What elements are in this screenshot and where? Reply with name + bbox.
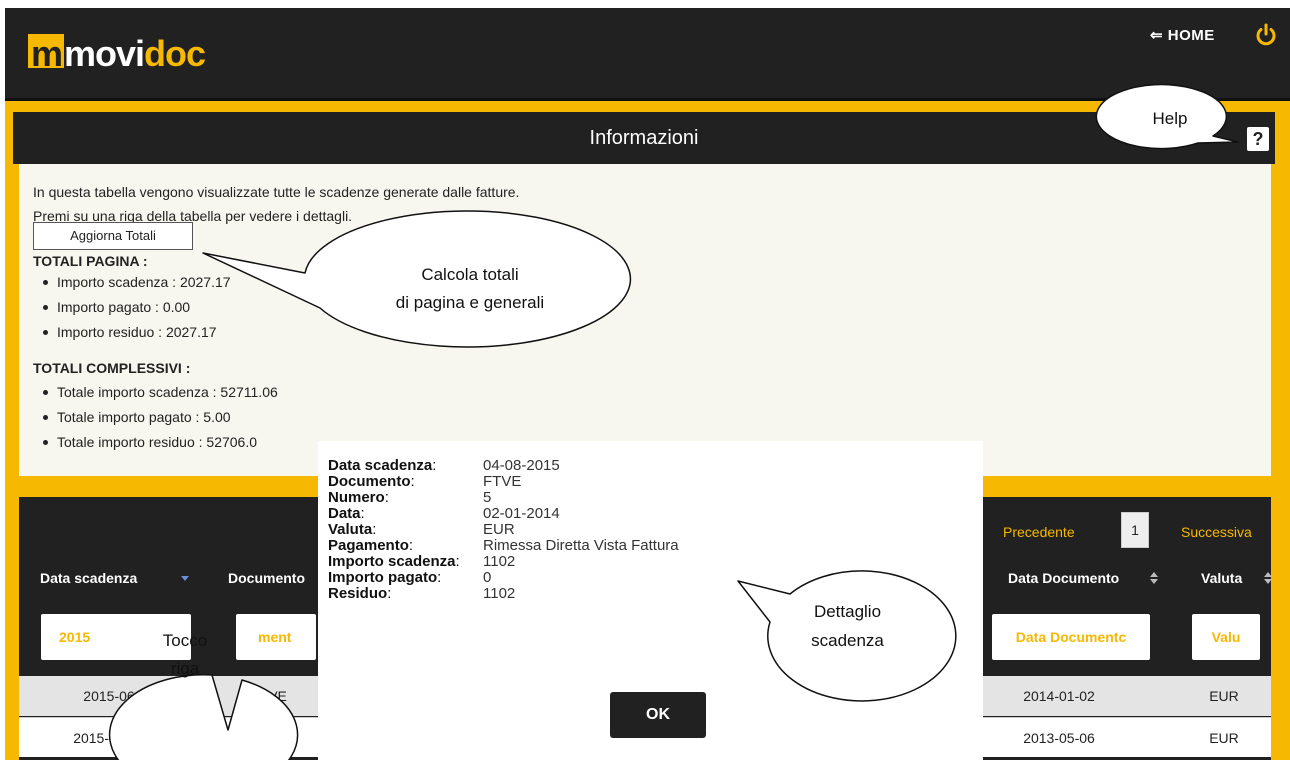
- list-item: Totale importo pagato : 5.00: [43, 405, 278, 430]
- detail-label: Data:: [328, 505, 365, 522]
- detail-value: 04-08-2015: [483, 457, 560, 474]
- home-link[interactable]: ⇐ HOME: [1150, 26, 1215, 44]
- sort-both-icon[interactable]: [1150, 571, 1158, 585]
- detail-value: 1102: [483, 553, 516, 570]
- pager-page-number[interactable]: 1: [1121, 512, 1149, 548]
- list-item: Totale importo residuo : 52706.0: [43, 430, 278, 455]
- detail-value: 5: [483, 489, 492, 506]
- detail-label: Valuta:: [328, 521, 377, 538]
- totals-callout-text-1: Calcola totali: [421, 265, 519, 284]
- list-item: Importo scadenza : 2027.17: [43, 270, 231, 295]
- detail-label: Importo pagato:: [328, 569, 442, 586]
- list-item: Importo residuo : 2027.17: [43, 320, 231, 345]
- help-icon[interactable]: ?: [1247, 127, 1269, 151]
- cell-data-documento: 2014-01-02: [1023, 688, 1095, 704]
- info-text-1: In questa tabella vengono visualizzate t…: [33, 184, 520, 200]
- column-header-data-scadenza[interactable]: Data scadenza: [40, 570, 137, 586]
- logo-m: m: [28, 34, 65, 74]
- top-bar: mmovidoc ⇐ HOME: [5, 8, 1290, 101]
- tap-callout-text-1: Tocco: [162, 631, 208, 650]
- column-header-documento[interactable]: Documento: [228, 570, 305, 586]
- info-title: Informazioni: [589, 127, 699, 149]
- pager-previous-link[interactable]: Precedente: [1003, 524, 1075, 540]
- detail-callout-text-2: scadenza: [811, 631, 884, 650]
- app-logo: mmovidoc: [28, 33, 206, 74]
- sort-both-icon[interactable]: [1264, 571, 1272, 585]
- cell-valuta: EUR: [1209, 688, 1239, 704]
- cell-data-scadenza: 2015-05-06: [73, 730, 145, 746]
- detail-label: Numero:: [328, 489, 389, 506]
- detail-callout-text-1: Dettaglio: [813, 602, 882, 621]
- help-callout-text: Help: [1152, 109, 1188, 128]
- totals-callout-text-2: di pagina e generali: [395, 293, 545, 312]
- logo-doc: doc: [144, 33, 206, 74]
- detail-value: EUR: [483, 521, 515, 538]
- detail-value: Rimessa Diretta Vista Fattura: [483, 537, 679, 554]
- cell-valuta: EUR: [1209, 730, 1239, 746]
- detail-value: 02-01-2014: [483, 505, 560, 522]
- tap-callout-text-2: riga: [170, 659, 200, 678]
- column-header-data-documento[interactable]: Data Documento: [1008, 570, 1119, 586]
- detail-value: 0: [483, 569, 492, 586]
- detail-label: Pagamento:: [328, 537, 414, 554]
- ok-button[interactable]: OK: [610, 692, 706, 738]
- power-icon[interactable]: [1254, 23, 1278, 47]
- detail-value: FTVE: [483, 473, 522, 490]
- detail-label: Data scadenza:: [328, 457, 437, 474]
- filter-data-documento[interactable]: Data Documentc: [992, 614, 1150, 660]
- overall-totals-title: TOTALI COMPLESSIVI :: [33, 360, 191, 376]
- list-item: Importo pagato : 0.00: [43, 295, 231, 320]
- filter-valuta[interactable]: Valu: [1192, 614, 1260, 660]
- pager-next-link[interactable]: Successiva: [1181, 524, 1252, 540]
- detail-label: Documento:: [328, 473, 415, 490]
- overall-totals-list: Totale importo scadenza : 52711.06 Total…: [43, 380, 278, 455]
- page-totals-list: Importo scadenza : 2027.17 Importo pagat…: [43, 270, 231, 345]
- info-panel: In questa tabella vengono visualizzate t…: [19, 164, 1271, 476]
- page-totals-title: TOTALI PAGINA :: [33, 253, 148, 269]
- cell-data-scadenza: 2015-06: [83, 688, 135, 704]
- logo-movi: movi: [64, 33, 145, 74]
- filter-documento[interactable]: ment: [236, 614, 316, 660]
- column-header-valuta[interactable]: Valuta: [1201, 570, 1242, 586]
- detail-label: Residuo:: [328, 585, 392, 602]
- cell-data-documento: 2013-05-06: [1023, 730, 1095, 746]
- sort-desc-icon[interactable]: [181, 572, 189, 586]
- info-header: Informazioni ?: [13, 112, 1275, 164]
- list-item: Totale importo scadenza : 52711.06: [43, 380, 278, 405]
- detail-label: Importo scadenza:: [328, 553, 460, 570]
- detail-value: 1102: [483, 585, 516, 602]
- refresh-totals-button[interactable]: Aggiorna Totali: [33, 222, 193, 250]
